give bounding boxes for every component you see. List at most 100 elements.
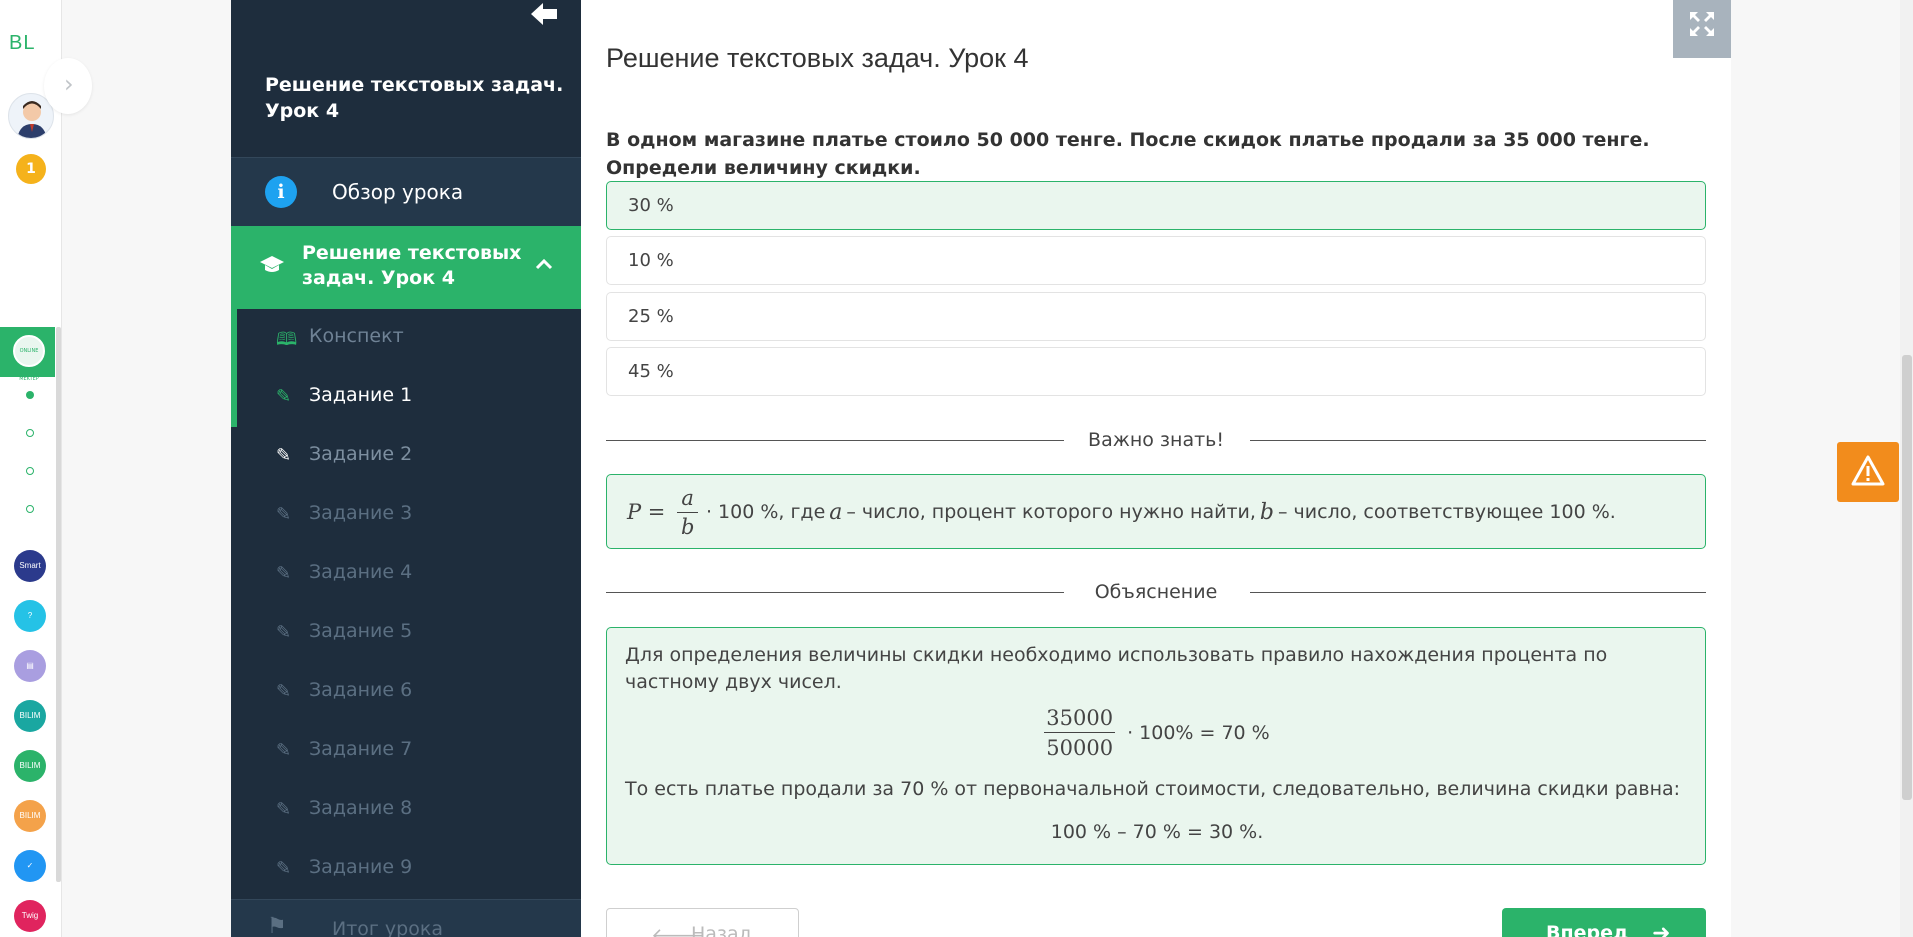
option-label: 45 % [628,361,674,382]
active-app-online-mektep[interactable]: ONLINE MEKTEP [0,327,55,382]
sidebar-subitem[interactable]: ✎ Задание 3 [231,486,581,545]
explanation-text: Для определения величины скидки необходи… [625,644,1608,693]
warning-icon [1851,455,1885,486]
bilim-land-app[interactable]: BILIM Land [14,750,46,802]
sidebar-subitem-label: Задание 7 [309,738,413,760]
rail-dot[interactable] [26,505,34,513]
fraction-denominator: 50000 [1046,736,1114,760]
formula-lhs: P = [627,500,666,524]
left-rail: BL 1 ONLINE MEKTEP Smart Nation? ▤ BILIM BI… [0,0,62,937]
explanation-divider: Объяснение [606,581,1706,605]
sidebar-subitem-label: Задание 9 [309,856,413,878]
next-button[interactable]: Вперед ➜ [1502,908,1706,937]
smart-nation-app-label: Smart Nation [18,561,42,602]
sidebar-subitem-label: Конспект [309,325,404,347]
explanation-text: То есть платье продали за 70 % от первон… [625,778,1681,800]
answer-option[interactable]: 25 % [606,292,1706,341]
twig-app[interactable]: Twig [14,900,46,932]
flag-icon: ⚑ [267,914,287,937]
fullscreen-button[interactable] [1673,0,1731,58]
sidebar-subitem-label: Задание 1 [309,384,413,406]
edit-icon: ✎ [276,504,292,525]
book-icon: 🕮 [276,329,298,350]
rail-expand-button[interactable]: › [44,58,92,114]
formula-fraction: a b [677,486,698,539]
smart-nation-app[interactable]: Smart Nation [14,550,46,602]
fraction-numerator: 35000 [1044,706,1116,733]
back-button[interactable]: 🡐 Назад [606,908,799,937]
mail-app-label: ✓ [26,861,34,870]
chevron-up-icon[interactable] [535,248,553,278]
sidebar-subitem[interactable]: ✎ Задание 7 [231,722,581,781]
rail-dot-active[interactable] [26,391,34,399]
sidebar-subitem[interactable]: ✎ Задание 5 [231,604,581,663]
calc-rest: · 100% = 70 % [1127,722,1270,744]
rail-dot[interactable] [26,467,34,475]
edit-icon: ✎ [276,858,292,879]
bilim-land-app-label: BILIM Land [19,761,41,802]
back-button-label: Назад [691,923,752,937]
sidebar-subitem[interactable]: ✎ Задание 8 [231,781,581,840]
page-scrollbar-thumb[interactable] [1902,355,1912,800]
lesson-sidebar: Решение текстовых задач. Урок 4 i Обзор … [231,0,581,937]
lesson-subitems: 🕮 Конспект ✎ Задание 1 ✎ Задание 2 ✎ Задание 3 ✎… [231,309,581,899]
sidebar-subitem-label: Задание 2 [309,443,413,465]
question-text: В одном магазине платье стоило 50 000 те… [606,129,1650,179]
help-app[interactable]: ? [14,600,46,632]
info-icon: i [265,176,297,208]
sidebar-subitem[interactable]: ✎ Задание 4 [231,545,581,604]
bilim-online-app-label: BILIM [19,711,41,720]
rail-dot[interactable] [26,429,34,437]
option-label: 30 % [628,195,674,216]
sidebar-item-overview[interactable]: i Обзор урока [231,158,581,226]
sidebar-item-result[interactable]: ⚑ Итог урока [231,900,581,937]
page-title: Решение текстовых задач. Урок 4 [606,43,1029,73]
edit-icon: ✎ [276,386,292,407]
next-button-label: Вперед [1546,922,1629,937]
online-mektep-icon: ONLINE MEKTEP [13,335,45,382]
explanation-calculation: 35000 50000 · 100% = 70 % [607,706,1707,760]
bilim-online-app[interactable]: BILIM [14,700,46,732]
fraction-denominator: b [680,514,695,539]
help-app-label: ? [27,611,33,620]
arrow-right-icon: ➜ [1652,921,1671,937]
course-title: Решение текстовых задач. Урок 4 [265,74,564,122]
answer-option[interactable]: 10 % [606,236,1706,285]
chevron-right-icon: › [64,70,74,98]
news-app[interactable]: ▤ [14,650,46,682]
sidebar-subitem[interactable]: 🕮 Конспект [231,309,581,368]
graduation-cap-icon [259,253,285,281]
answer-option[interactable]: 45 % [606,347,1706,396]
sidebar-subitem[interactable]: ✎ Задание 9 [231,840,581,899]
sidebar-item-label: Итог урока [332,918,443,937]
sidebar-subitem[interactable]: ✎ Задание 6 [231,663,581,722]
mail-app[interactable]: ✓ [14,850,46,882]
formula-var-b: b [1259,499,1275,525]
sidebar-subitem-label: Задание 5 [309,620,413,642]
edit-icon: ✎ [276,622,292,643]
sidebar-subitem[interactable]: ✎ Задание 1 [231,368,581,427]
notification-badge[interactable]: 1 [16,154,46,184]
edit-icon: ✎ [276,681,292,702]
calc-fraction: 35000 50000 [1044,706,1116,760]
twig-app-label: Twig [21,911,39,920]
back-arrow-icon[interactable] [529,0,559,36]
bilim-shop-app-label: BILIM SHOP [18,811,42,852]
sidebar-subitem-label: Задание 8 [309,797,413,819]
option-label: 10 % [628,250,674,271]
sidebar-subitem-label: Задание 4 [309,561,413,583]
report-problem-button[interactable] [1837,442,1899,502]
answer-option[interactable]: 30 % [606,181,1706,230]
news-app-label: ▤ [26,661,34,670]
edit-icon: ✎ [276,563,292,584]
sidebar-item-lesson[interactable]: Решение текстовых задач. Урок 4 [231,226,581,309]
edit-icon: ✎ [276,799,292,820]
expand-icon [1690,12,1714,36]
option-label: 25 % [628,306,674,327]
rail-scrollbar[interactable] [56,327,61,882]
sidebar-subitem[interactable]: ✎ Задание 2 [231,427,581,486]
bilim-shop-app[interactable]: BILIM SHOP [14,800,46,852]
formula: P = a b · 100 %, где a – число, процент … [623,483,1616,541]
sidebar-subitem-label: Задание 3 [309,502,413,524]
explanation-result: 100 % – 70 % = 30 %. [1050,821,1264,843]
